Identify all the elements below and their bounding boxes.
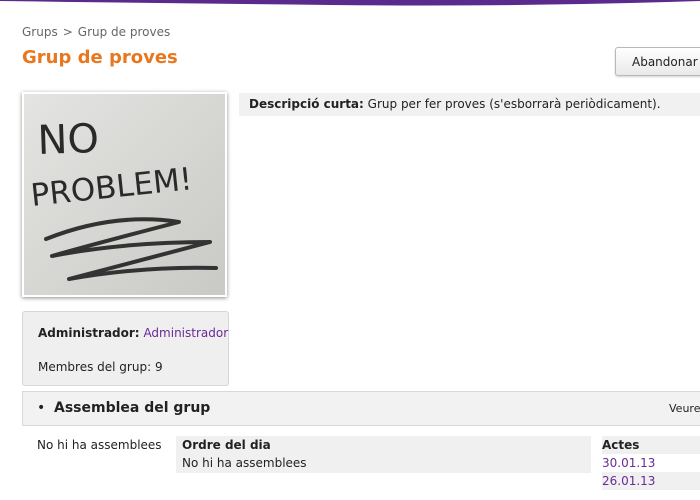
breadcrumb: Grups > Grup de proves — [22, 25, 170, 39]
see-assemblies-link[interactable]: Veure — [669, 402, 700, 415]
short-description: Descripció curta: Grup per fer proves (s… — [239, 93, 700, 116]
minutes-item: 26.01.13 — [602, 472, 700, 490]
minutes-item: 30.01.13 — [602, 454, 700, 472]
no-problem-image: NO PROBLEM! — [24, 94, 225, 295]
minutes-header: Actes — [602, 436, 700, 454]
group-photo: NO PROBLEM! — [22, 92, 227, 297]
administrator-line: Administrador: Administrador — [38, 324, 228, 342]
short-description-label: Descripció curta: — [249, 97, 364, 111]
bullet-icon: • — [37, 400, 46, 416]
minutes-link[interactable]: 30.01.13 — [602, 456, 655, 470]
assembly-section-header[interactable]: • Assemblea del grup Veure — [22, 391, 700, 426]
members-count: Membres del grup: 9 — [38, 360, 163, 374]
minutes-column: Actes 30.01.13 26.01.13 — [597, 436, 700, 496]
short-description-text: Grup per fer proves (s'esborrarà periòdi… — [367, 97, 661, 111]
agenda-value: No hi ha assemblees — [182, 456, 307, 470]
group-info-box: Administrador: Administrador Membres del… — [22, 311, 229, 386]
no-assemblies-text: No hi ha assemblees — [37, 438, 162, 452]
agenda-column: Ordre del dia No hi ha assemblees — [176, 436, 591, 473]
administrator-label: Administrador: — [38, 326, 140, 340]
leave-group-button[interactable]: Abandonar e — [615, 47, 700, 76]
breadcrumb-groups-link[interactable]: Grups — [22, 25, 58, 39]
agenda-header: Ordre del dia — [182, 438, 271, 452]
breadcrumb-current: Grup de proves — [77, 25, 171, 39]
administrator-link[interactable]: Administrador — [143, 326, 228, 340]
photo-text-no: NO — [37, 116, 100, 164]
assembly-section-title: Assemblea del grup — [54, 400, 211, 416]
minutes-link[interactable]: 26.01.13 — [602, 474, 655, 488]
top-banner — [0, 0, 700, 7]
breadcrumb-separator: > — [62, 25, 73, 39]
page-title: Grup de proves — [22, 47, 178, 68]
